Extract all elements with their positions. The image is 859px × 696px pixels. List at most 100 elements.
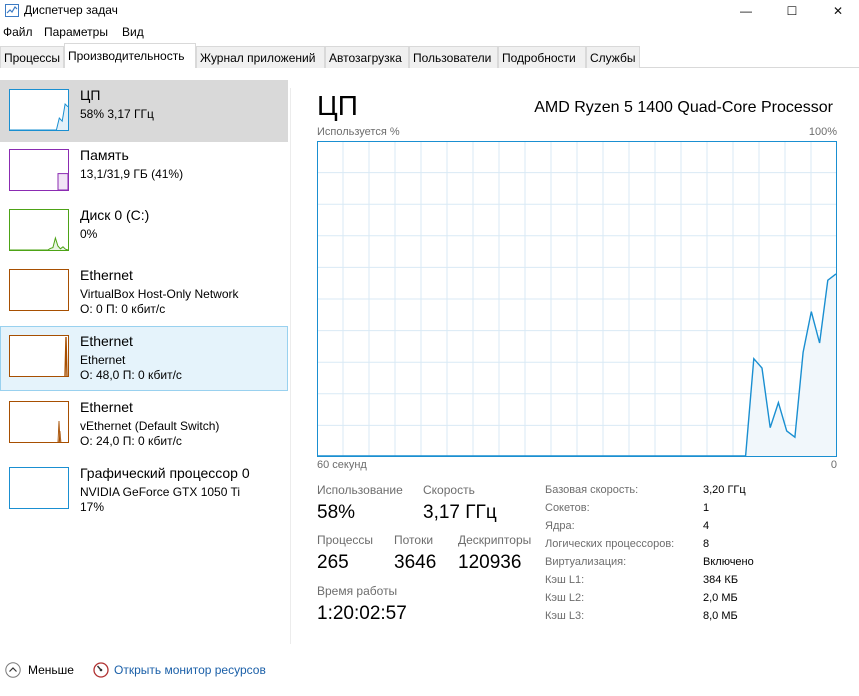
spec-value: 3,20 ГГц (703, 484, 746, 496)
maximize-icon: ☐ (786, 4, 798, 18)
minimize-icon: — (740, 4, 752, 18)
spec-value: 2,0 МБ (703, 592, 738, 604)
spec-label: Сокетов: (545, 502, 590, 514)
fewer-details-label: Меньше (28, 663, 74, 677)
sidebar-item-ethernet[interactable]: Ethernet Ethernet О: 48,0 П: 0 кбит/с (0, 326, 288, 391)
ethernet-thumbnail (9, 401, 69, 443)
task-manager-icon (5, 4, 19, 17)
tab-app-history[interactable]: Журнал приложений (196, 46, 325, 68)
memory-level (57, 173, 69, 191)
tab-details[interactable]: Подробности (498, 46, 586, 68)
graph-label-time: 60 секунд (317, 459, 367, 471)
spec-value: 4 (703, 520, 710, 532)
resource-sidebar: ЦП 58% 3,17 ГГц Память 13,1/31,9 ГБ (41%… (0, 68, 288, 652)
thumbnail-frame (9, 335, 69, 377)
thumbnail-frame (9, 209, 69, 251)
ethernet-mini-graph (9, 269, 69, 311)
sidebar-eth2-adapter: Ethernet (80, 353, 126, 367)
usage-label: Использование (317, 483, 403, 497)
sidebar-eth3-rate: О: 24,0 П: 0 кбит/с (80, 434, 182, 448)
close-button[interactable]: ✕ (815, 0, 859, 22)
graph-label-max: 100% (808, 126, 837, 138)
graph-label-zero: 0 (830, 459, 837, 471)
tab-performance[interactable]: Производительность (64, 43, 196, 69)
sidebar-gpu-title: Графический процессор 0 (80, 465, 250, 481)
title-bar: Диспетчер задач — ☐ ✕ (0, 0, 859, 22)
spec-value: 8 (703, 538, 710, 550)
sidebar-gpu-model: NVIDIA GeForce GTX 1050 Ti (80, 485, 241, 499)
sidebar-eth1-adapter: VirtualBox Host-Only Network (80, 287, 239, 301)
menu-view[interactable]: Вид (122, 25, 144, 39)
sidebar-eth1-title: Ethernet (80, 267, 133, 283)
spec-value: 8,0 МБ (703, 610, 738, 622)
ethernet-thumbnail (9, 269, 69, 311)
spec-label: Ядра: (545, 520, 575, 532)
sidebar-gpu-usage: 17% (80, 500, 105, 514)
ethernet-mini-graph (9, 335, 69, 377)
chevron-up-icon (5, 662, 21, 678)
tab-users[interactable]: Пользователи (409, 46, 498, 68)
sidebar-disk-info: 0% (80, 227, 98, 241)
disk-mini-graph (9, 209, 69, 251)
handles-value: 120936 (458, 552, 522, 573)
sidebar-item-cpu[interactable]: ЦП 58% 3,17 ГГц (0, 80, 288, 142)
sidebar-eth2-rate: О: 48,0 П: 0 кбит/с (80, 368, 182, 382)
cpu-mini-graph (9, 89, 69, 131)
cpu-thumbnail (9, 89, 69, 131)
sidebar-eth2-title: Ethernet (80, 333, 133, 349)
tab-services[interactable]: Службы (586, 46, 640, 68)
gpu-mini-graph (9, 467, 69, 509)
thumbnail-frame (9, 269, 69, 311)
memory-mini-graph (9, 149, 69, 191)
handles-label: Дескрипторы (458, 533, 532, 547)
tab-processes[interactable]: Процессы (0, 46, 64, 68)
sidebar-disk-title: Диск 0 (C:) (80, 207, 150, 223)
spec-label: Кэш L2: (545, 592, 585, 604)
ethernet-thumbnail (9, 335, 69, 377)
processes-label: Процессы (317, 533, 374, 547)
sidebar-cpu-title: ЦП (80, 87, 101, 103)
performance-panel: ЦП 58% 3,17 ГГц Память 13,1/31,9 ГБ (41%… (0, 68, 859, 652)
sidebar-item-ethernet-virtualbox[interactable]: Ethernet VirtualBox Host-Only Network О:… (0, 260, 288, 322)
sidebar-eth3-title: Ethernet (80, 399, 133, 415)
spec-label: Логических процессоров: (545, 538, 675, 550)
gpu-thumbnail (9, 467, 69, 509)
threads-value: 3646 (394, 552, 437, 573)
spec-label: Кэш L3: (545, 610, 585, 622)
usage-value: 58% (317, 502, 356, 523)
threads-label: Потоки (394, 533, 434, 547)
maximize-button[interactable]: ☐ (769, 0, 815, 22)
menu-bar: Файл Параметры Вид (0, 22, 859, 42)
footer-bar: Меньше Открыть монитор ресурсов (0, 652, 859, 696)
window-title: Диспетчер задач (24, 3, 118, 17)
menu-options[interactable]: Параметры (44, 25, 108, 39)
tab-startup[interactable]: Автозагрузка (325, 46, 409, 68)
cpu-detail-panel: ЦП AMD Ryzen 5 1400 Quad-Core Processor … (291, 68, 859, 652)
thumbnail-frame (9, 467, 69, 509)
sidebar-memory-title: Память (80, 147, 129, 163)
processor-name: AMD Ryzen 5 1400 Quad-Core Processor (534, 99, 833, 116)
minimize-button[interactable]: — (723, 0, 769, 22)
menu-file[interactable]: Файл (3, 25, 33, 39)
sidebar-item-ethernet-vswitch[interactable]: Ethernet vEthernet (Default Switch) О: 2… (0, 392, 288, 454)
ethernet-mini-graph (9, 401, 69, 443)
graph-label-usage: Используется % (317, 126, 400, 138)
speed-label: Скорость (423, 483, 475, 497)
open-resource-monitor-label: Открыть монитор ресурсов (114, 663, 266, 677)
page-title: ЦП (317, 90, 358, 121)
sidebar-item-gpu[interactable]: Графический процессор 0 NVIDIA GeForce G… (0, 458, 288, 520)
sidebar-item-disk[interactable]: Диск 0 (C:) 0% (0, 200, 288, 262)
close-icon: ✕ (832, 4, 844, 18)
spec-value: 1 (703, 502, 710, 514)
sidebar-item-memory[interactable]: Память 13,1/31,9 ГБ (41%) (0, 140, 288, 202)
sidebar-memory-info: 13,1/31,9 ГБ (41%) (80, 167, 184, 181)
spec-label: Базовая скорость: (545, 484, 639, 496)
spec-value: Включено (703, 556, 754, 568)
sidebar-eth3-adapter: vEthernet (Default Switch) (80, 419, 220, 433)
tab-bar: Процессы Производительность Журнал прило… (0, 43, 859, 69)
sidebar-eth1-rate: О: 0 П: 0 кбит/с (80, 302, 166, 316)
spec-label: Кэш L1: (545, 574, 585, 586)
spec-label: Виртуализация: (545, 556, 627, 568)
resource-monitor-icon (93, 662, 109, 678)
disk-thumbnail (9, 209, 69, 251)
